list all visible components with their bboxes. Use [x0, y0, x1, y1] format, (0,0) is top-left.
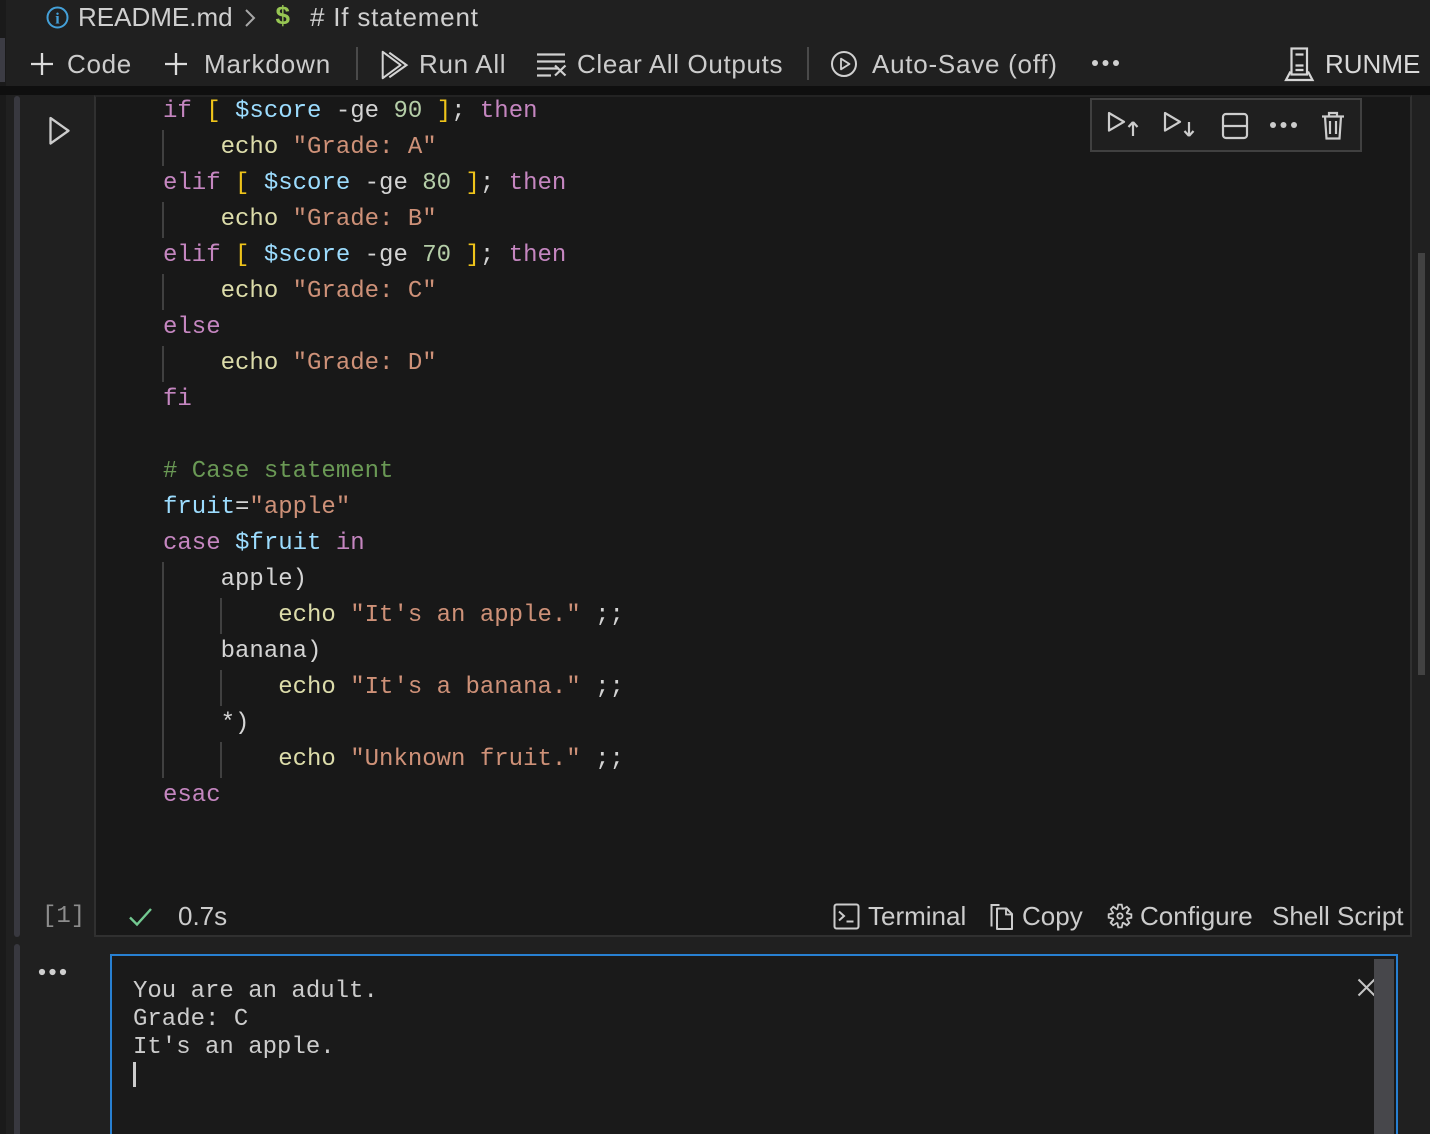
svg-text:i: i [55, 11, 60, 28]
